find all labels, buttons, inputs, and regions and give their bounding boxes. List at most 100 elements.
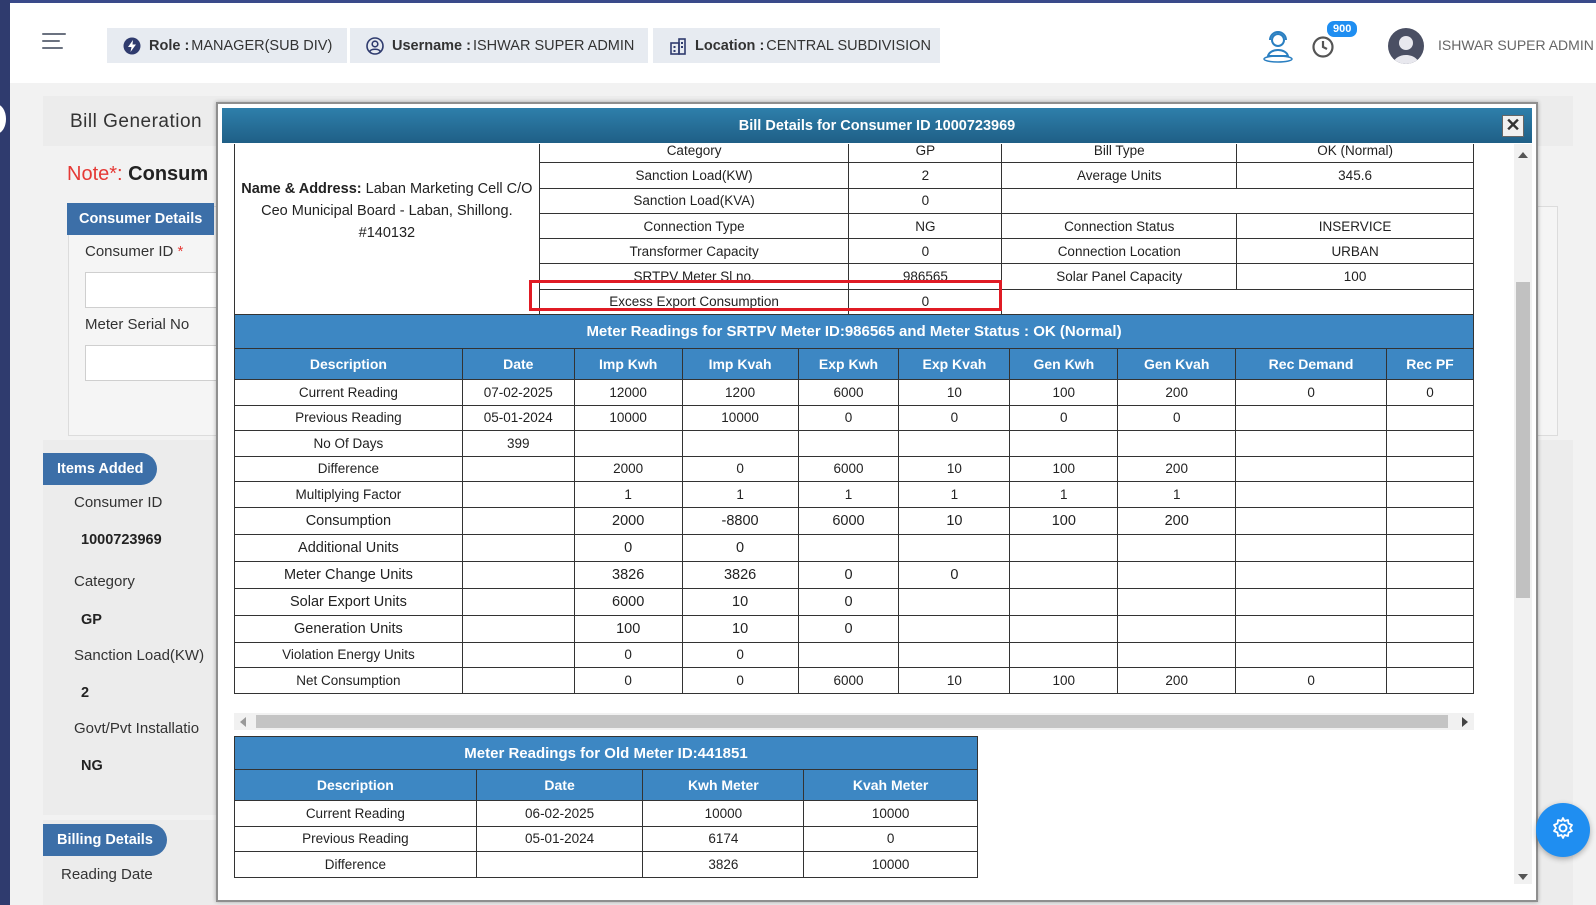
table-cell [475,851,644,878]
hamburger-icon[interactable] [42,33,66,53]
row-description-cell: No Of Days [234,430,463,457]
table-cell: 0 [681,641,799,668]
info-value: 0 [848,187,1003,214]
bill-details-modal: Bill Details for Consumer ID 1000723969 … [216,102,1538,902]
info-label: Average Units [1001,162,1238,189]
table-row: Solar Export Units 6000 10 0 [234,587,1474,616]
billing-details-heading: Billing Details [43,824,167,856]
notification-badge[interactable]: 900 [1325,19,1360,39]
row-description-cell: Difference [234,851,477,878]
building-icon [669,36,687,56]
scroll-up-icon[interactable] [1518,152,1528,158]
meter-serial-label: Meter Serial No [85,316,190,333]
support-agent-icon[interactable] [1260,28,1296,64]
scroll-right-icon[interactable] [1462,717,1468,727]
top-header: Role : MANAGER(SUB DIV) Username : ISHWA… [10,0,1596,83]
location-chip: Location : CENTRAL SUBDIVISION [653,28,940,63]
table-cell [1117,430,1237,457]
row-description-cell: Violation Energy Units [234,641,463,668]
item-label: Category [74,573,135,590]
table-cell: 1 [681,481,799,508]
column-header: Kvah Meter [803,769,978,801]
table-cell: 0 [803,825,978,852]
table-cell: 10000 [681,404,799,431]
column-header: Rec Demand [1235,348,1388,380]
row-description-cell: Multiplying Factor [234,481,463,508]
table-cell: 3826 [573,560,683,589]
table-cell: 100 [573,614,683,643]
excess-export-highlight [529,280,1002,311]
table-cell: 10000 [803,800,978,827]
column-header: Description [234,348,463,380]
table-cell: 399 [461,430,575,457]
header-user-name[interactable]: ISHWAR SUPER ADMIN [1438,37,1594,53]
table-cell [898,533,1011,562]
table-cell [1235,506,1388,535]
info-value: 345.6 [1236,162,1474,189]
item-value: NG [81,758,103,774]
role-label: Role : [149,37,190,54]
close-icon[interactable]: ✕ [1502,115,1524,137]
vertical-scrollbar[interactable] [1514,144,1532,884]
table-cell: 2000 [573,506,683,535]
username-chip: Username : ISHWAR SUPER ADMIN [350,28,648,63]
table-cell [797,533,900,562]
note-body: Consum [128,163,209,185]
table-row: Net Consumption 0 0 6000 10 100 200 0 [234,667,1474,694]
name-address-label: Name & Address: [241,181,362,197]
table-row: Meter Change Units 3826 3826 0 0 [234,560,1474,589]
table-cell [461,506,575,535]
table-cell: 0 [797,587,900,616]
table-row: Consumption 2000 -8800 6000 10 100 200 [234,506,1474,535]
table-cell: 10 [898,667,1011,694]
table-cell: 200 [1117,379,1237,406]
table-cell: 0 [797,614,900,643]
table-cell: 6000 [797,667,900,694]
table-cell [898,641,1011,668]
table-cell [1386,430,1474,457]
info-value: 100 [1236,263,1474,290]
table-cell: 10 [681,614,799,643]
table-cell [461,614,575,643]
modal-body[interactable]: Name & Address: Laban Marketing Cell C/O… [222,144,1512,884]
table-cell: 0 [681,455,799,482]
info-label: Sanction Load(KW) [538,162,850,189]
table-cell [1386,560,1474,589]
info-value: INSERVICE [1236,212,1474,240]
avatar[interactable] [1388,28,1424,64]
srtpv-meter-table: Meter Readings for SRTPV Meter ID:986565… [234,314,1474,694]
column-header: Gen Kwh [1009,348,1119,380]
table-row: Difference 3826 10000 [234,851,978,878]
srtpv-table-caption: Meter Readings for SRTPV Meter ID:986565… [234,314,1474,349]
location-label: Location : [695,37,765,54]
table-cell [1235,430,1388,457]
horizontal-scrollbar[interactable] [234,713,1474,730]
table-cell: 1 [797,481,900,508]
table-cell: 06-02-2025 [475,800,644,827]
table-cell [1117,641,1237,668]
table-row: Generation Units 100 10 0 [234,614,1474,643]
table-cell: 10000 [803,851,978,878]
table-cell: 200 [1117,455,1237,482]
row-description-cell: Difference [234,455,463,482]
scroll-down-icon[interactable] [1518,874,1528,880]
row-description-cell: Current Reading [234,800,477,827]
info-value: NG [848,212,1003,240]
consumer-id-input[interactable] [85,272,225,308]
scroll-left-icon[interactable] [240,717,246,727]
table-row: No Of Days 399 [234,430,1474,457]
scrollbar-thumb[interactable] [1516,282,1530,598]
table-cell: 2000 [573,455,683,482]
role-value: MANAGER(SUB DIV) [191,37,333,54]
table-cell: 10 [898,506,1011,535]
gear-icon [1551,816,1575,845]
settings-button[interactable] [1536,803,1590,857]
table-cell: 05-01-2024 [461,404,575,431]
table-cell: 100 [1009,667,1119,694]
meter-serial-input[interactable] [85,345,225,381]
row-description-cell: Solar Export Units [234,587,463,616]
table-cell: 0 [1386,379,1474,406]
scrollbar-thumb[interactable] [256,715,1448,728]
table-header-row: Description Date Kwh Meter Kvah Meter [234,769,978,801]
table-cell [461,560,575,589]
